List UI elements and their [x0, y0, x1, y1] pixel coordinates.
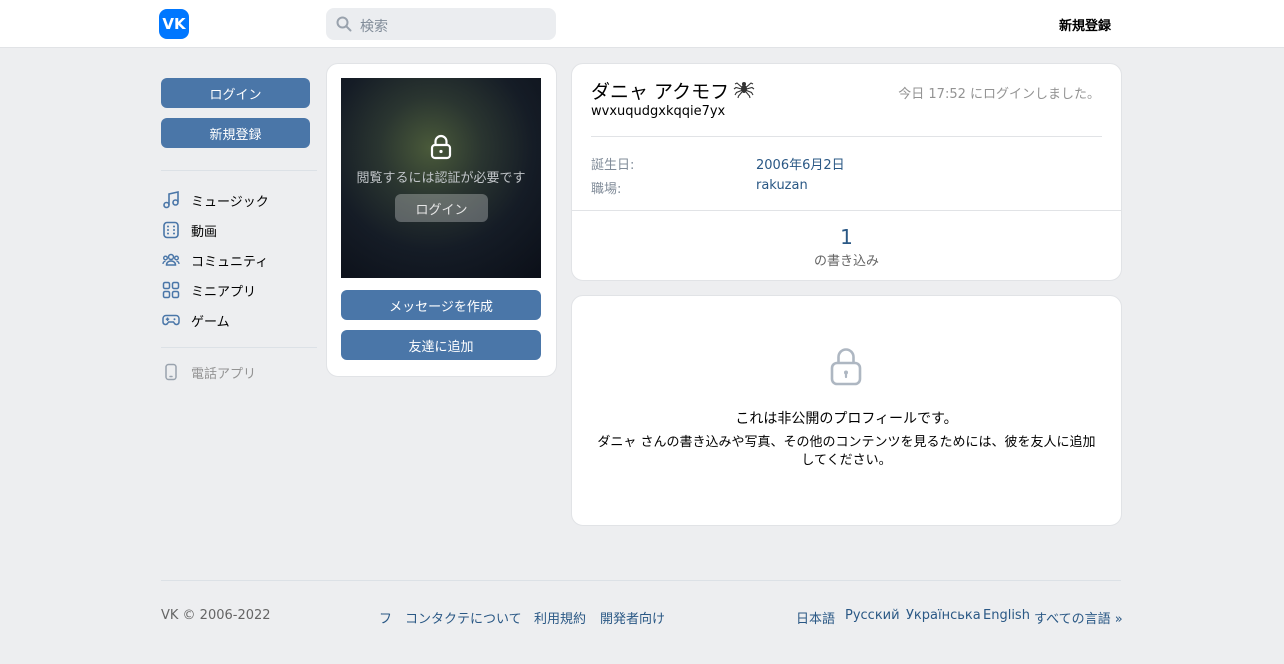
private-profile-description: ダニャ さんの書き込みや写真、その他のコンテンツを見るためには、彼を友人に追加し…	[597, 435, 1096, 468]
community-icon	[161, 250, 181, 270]
workplace-label: 職場:	[591, 182, 622, 197]
footer-link-about[interactable]: コンタクテについて	[405, 608, 522, 627]
profile-status: wvxuqudgxkqqie7yx	[591, 104, 726, 119]
sidebar-item-video[interactable]: 動画	[161, 218, 317, 242]
language-link-russian[interactable]: Русский	[845, 608, 900, 623]
phone-icon	[161, 362, 181, 382]
sidebar-item-label: 電話アプリ	[191, 366, 257, 382]
workplace-value[interactable]: rakuzan	[756, 178, 808, 193]
footer-divider	[161, 580, 1121, 581]
sidebar-item-label: ゲーム	[191, 314, 230, 330]
private-lock-icon	[829, 346, 863, 390]
sidebar-item-label: 動画	[191, 224, 218, 240]
sidebar-item-phone-app[interactable]: 電話アプリ	[161, 360, 317, 384]
search-icon	[336, 16, 352, 36]
language-link-japanese[interactable]: 日本語	[796, 608, 835, 627]
footer-copyright: VK © 2006-2022	[161, 608, 271, 623]
footer-link-developers[interactable]: 開発者向け	[600, 608, 665, 627]
search-placeholder: 検索	[360, 19, 388, 35]
vk-logo[interactable]: VK	[159, 9, 189, 39]
spider-icon	[733, 77, 755, 103]
birthday-label: 誕生日:	[591, 158, 635, 173]
search-input[interactable]: 検索	[326, 8, 556, 40]
music-icon	[161, 190, 181, 210]
video-icon	[161, 220, 181, 240]
top-header: VK 検索 新規登録	[0, 0, 1284, 48]
private-profile-title: これは非公開のプロフィールです。	[735, 411, 958, 427]
sidebar-item-label: ミュージック	[191, 194, 269, 210]
profile-photo: 閲覧するには認証が必要です ログイン	[341, 78, 541, 278]
sidebar-item-games[interactable]: ゲーム	[161, 308, 317, 332]
photo-login-button[interactable]: ログイン	[395, 194, 488, 222]
language-link-english[interactable]: English	[983, 608, 1030, 623]
counts-divider	[571, 210, 1122, 211]
signup-button[interactable]: 新規登録	[161, 118, 310, 148]
sidebar-item-label: コミュニティ	[191, 254, 269, 270]
sidebar-item-label: ミニアプリ	[191, 284, 257, 300]
footer-link[interactable]: フ	[379, 608, 392, 627]
sidebar-item-community[interactable]: コミュニティ	[161, 248, 317, 272]
sidebar-divider	[161, 347, 317, 348]
last-seen-text: 今日 17:52 にログインしました。	[898, 87, 1100, 102]
gamepad-icon	[161, 310, 181, 330]
lock-icon	[429, 134, 453, 164]
footer-link-terms[interactable]: 利用規約	[534, 608, 586, 627]
sidebar-item-music[interactable]: ミュージック	[161, 188, 317, 212]
info-divider	[591, 136, 1102, 137]
add-friend-button[interactable]: 友達に追加	[341, 330, 541, 360]
write-message-button[interactable]: メッセージを作成	[341, 290, 541, 320]
birthday-value[interactable]: 2006年6月2日	[756, 154, 845, 173]
signup-link[interactable]: 新規登録	[1059, 15, 1111, 34]
login-button[interactable]: ログイン	[161, 78, 310, 108]
posts-count[interactable]: 1	[571, 225, 1122, 249]
language-link-ukrainian[interactable]: Українська	[906, 608, 981, 623]
sidebar-item-mini-apps[interactable]: ミニアプリ	[161, 278, 317, 302]
mini-apps-icon	[161, 280, 181, 300]
language-link-all[interactable]: すべての言語 »	[1034, 608, 1123, 627]
profile-name: ダニャ アクモフ	[591, 81, 730, 103]
sidebar-divider	[161, 170, 317, 171]
posts-count-label[interactable]: の書き込み	[571, 250, 1122, 269]
auth-required-text: 閲覧するには認証が必要です	[356, 171, 526, 186]
